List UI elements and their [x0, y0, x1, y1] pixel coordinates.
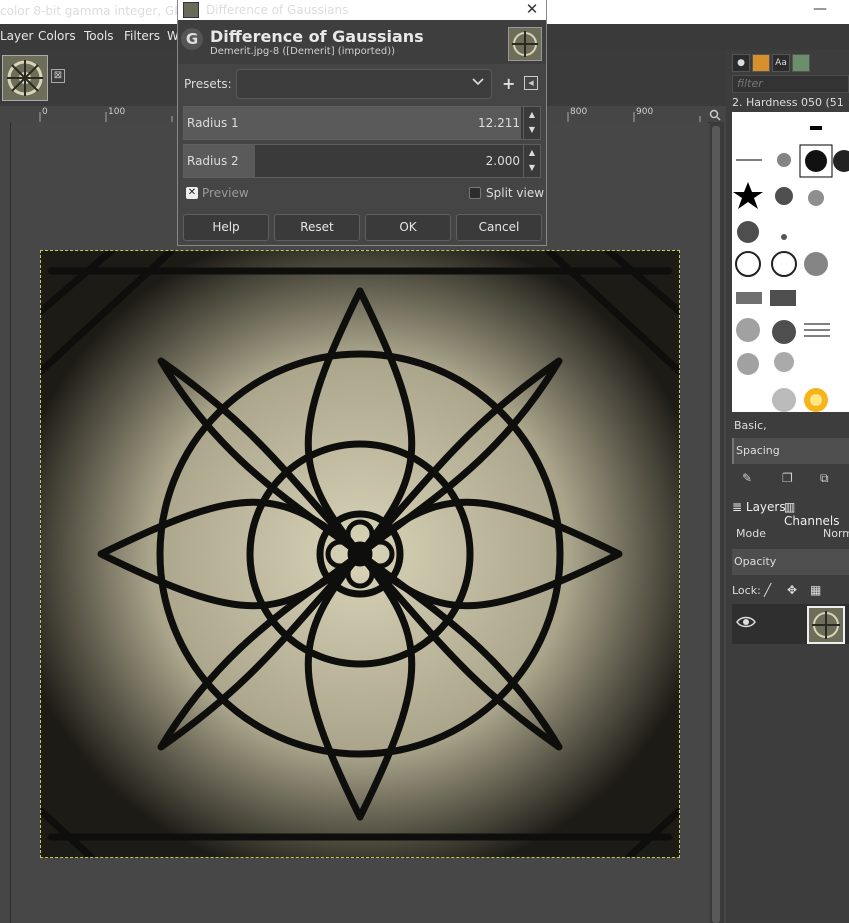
preview-checkbox[interactable]: ✕	[186, 187, 198, 199]
brushes-tab-strip: ● Aa	[730, 52, 849, 72]
spin-down-icon[interactable]: ▼	[524, 160, 540, 175]
app-title: color 8-bit gamma integer, GIMP	[0, 4, 196, 18]
reset-button[interactable]: Reset	[274, 214, 360, 241]
brush-set-label: Basic,	[734, 419, 767, 432]
ok-button[interactable]: OK	[365, 214, 451, 241]
dialog-close-icon[interactable]: ✕	[520, 0, 544, 20]
new-brush-icon[interactable]: ❐	[782, 471, 793, 485]
radius1-stepper[interactable]: ▲ ▼	[523, 107, 540, 139]
spin-down-icon[interactable]: ▼	[524, 122, 540, 137]
brushes-tab-icon[interactable]: ●	[732, 54, 750, 72]
menu-layer[interactable]: Layer	[0, 29, 33, 43]
patterns-tab-icon[interactable]	[752, 54, 770, 72]
layers-tab-icon: ≣	[732, 500, 743, 514]
dialog-subtitle: Demerit.jpg-8 ([Demerit] (imported))	[210, 46, 396, 57]
radius1-value[interactable]: 12.211	[478, 116, 520, 130]
radius2-label: Radius 2	[187, 154, 239, 168]
lock-row: Lock: ╱ ✥ ▦	[732, 583, 849, 599]
ruler-label: 900	[636, 107, 654, 117]
navigate-icon[interactable]	[709, 109, 721, 121]
spin-up-icon[interactable]: ▲	[524, 145, 540, 160]
radius2-value[interactable]: 2.000	[486, 154, 520, 168]
split-view-checkbox[interactable]	[469, 187, 481, 199]
images-tab-icon[interactable]	[792, 54, 810, 72]
radius2-spin-scale[interactable]: Radius 2 2.000 ▲ ▼	[183, 144, 541, 178]
chevron-down-icon[interactable]	[472, 75, 484, 89]
radius1-spin-scale[interactable]: Radius 1 12.211 ▲ ▼	[183, 106, 541, 140]
image-tab-thumbnail[interactable]	[2, 55, 48, 101]
dialog-heading: Difference of Gaussians	[210, 27, 424, 46]
gegl-logo-icon: G	[181, 28, 203, 50]
spacing-slider[interactable]: Spacing	[732, 438, 849, 464]
presets-dropdown[interactable]	[236, 69, 492, 99]
tab-layers[interactable]: ≣ Layers	[732, 500, 786, 514]
mode-label: Mode	[736, 527, 766, 540]
ruler-label: 0	[42, 107, 48, 117]
fonts-tab-icon[interactable]: Aa	[772, 54, 790, 72]
minimize-button[interactable]: —	[808, 0, 832, 20]
presets-label: Presets:	[184, 77, 232, 91]
ruler-label: 100	[108, 107, 126, 117]
layer-thumbnail[interactable]	[807, 606, 845, 644]
menu-filters[interactable]: Filters	[124, 29, 160, 43]
left-ruler	[0, 122, 11, 923]
dialog-app-icon	[183, 2, 199, 18]
spin-up-icon[interactable]: ▲	[524, 107, 540, 122]
mode-value[interactable]: Norm	[823, 527, 849, 540]
lock-alpha-icon[interactable]: ▦	[810, 583, 821, 597]
canvas-scroll-thumb[interactable]	[712, 126, 720, 923]
dialog-image-thumbnail	[508, 27, 542, 61]
preview-label[interactable]: Preview	[202, 186, 249, 200]
brush-actions: ✎ ❐ ⧉	[738, 471, 848, 487]
radius1-label: Radius 1	[187, 116, 239, 130]
opacity-slider[interactable]: Opacity	[732, 549, 849, 575]
lock-pixels-icon[interactable]: ╱	[764, 583, 771, 597]
layers-tab-strip: ≣ Layers ▥ Channels	[730, 498, 849, 528]
layers-list-empty-area	[732, 644, 849, 923]
menu-tools[interactable]: Tools	[84, 29, 114, 43]
brush-filter-input[interactable]: filter	[732, 75, 849, 93]
tab-close-icon[interactable]: ⊠	[51, 69, 65, 83]
dialog-window-title: Difference of Gaussians	[206, 3, 349, 17]
help-button[interactable]: Help	[183, 214, 269, 241]
layers-tab-label: Layers	[745, 500, 786, 514]
ruler-label: 800	[570, 107, 588, 117]
split-view-label[interactable]: Split view	[486, 186, 544, 200]
add-preset-icon[interactable]: +	[502, 74, 515, 93]
cancel-button[interactable]: Cancel	[456, 214, 542, 241]
visibility-eye-icon[interactable]	[736, 614, 756, 630]
layer-mode-row[interactable]: Mode Norm	[732, 523, 849, 545]
lock-label: Lock:	[732, 584, 761, 597]
radius2-stepper[interactable]: ▲ ▼	[523, 145, 540, 177]
menu-colors[interactable]: Colors	[38, 29, 76, 43]
brush-grid[interactable]	[732, 112, 849, 412]
edit-brush-icon[interactable]: ✎	[742, 471, 752, 485]
lock-position-icon[interactable]: ✥	[787, 583, 797, 597]
image-canvas[interactable]	[40, 250, 680, 858]
duplicate-brush-icon[interactable]: ⧉	[820, 471, 829, 486]
presets-menu-icon[interactable]: ◀	[524, 76, 538, 90]
brush-name-label: 2. Hardness 050 (51 × 5	[732, 96, 849, 109]
channels-tab-icon: ▥	[784, 500, 796, 514]
